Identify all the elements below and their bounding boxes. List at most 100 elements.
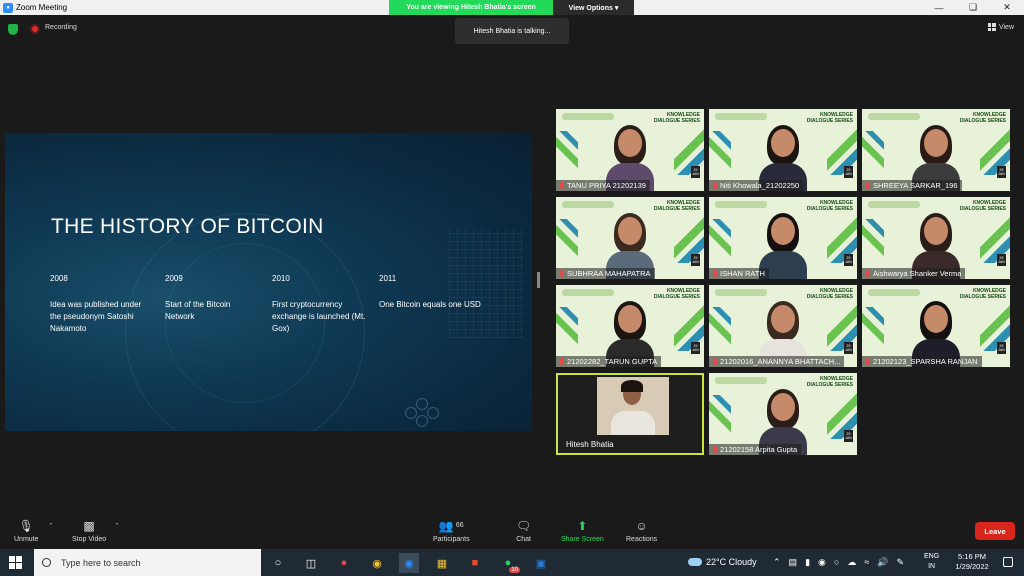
participant-tile[interactable]: KNOWLEDGE DIALOGUE SERIES 29 JAN 21202282_…: [556, 285, 704, 367]
participant-name-text: SHREEYA SARKAR_196: [873, 181, 958, 190]
participant-name: 21202282_TARUN GUPTA: [556, 356, 662, 367]
split-divider-handle[interactable]: [537, 272, 540, 288]
minimize-icon[interactable]: —: [922, 0, 956, 15]
date-badge: 29 JAN: [691, 254, 700, 266]
taskbar-clock[interactable]: 5:16 PM 1/29/2022: [948, 552, 996, 572]
participant-name-text: 21202016_ANANNYA BHATTACH...: [720, 357, 841, 366]
person-head: [924, 217, 948, 245]
participant-tile[interactable]: KNOWLEDGE DIALOGUE SERIES 29 JAN Niti Khow…: [709, 109, 857, 191]
notifications-icon[interactable]: [1003, 557, 1013, 567]
share-screen-button[interactable]: ⬆ Share Screen: [561, 518, 604, 544]
timeline-text: Start of the Bitcoin Network: [165, 300, 231, 321]
person-head: [771, 217, 795, 245]
view-options-button[interactable]: View Options ▾: [553, 0, 634, 15]
muted-mic-icon: [866, 182, 870, 189]
pen-icon[interactable]: ✎: [896, 557, 904, 568]
tray-expand-icon[interactable]: ⌃: [773, 557, 781, 568]
security-shield-icon[interactable]: [8, 24, 18, 35]
participant-tile[interactable]: KNOWLEDGE DIALOGUE SERIES 29 JAN 21202123_…: [862, 285, 1010, 367]
window-controls: — ❏ ✕: [922, 0, 1024, 15]
participant-video: [597, 377, 669, 435]
close-icon[interactable]: ✕: [990, 0, 1024, 15]
microphone-icon[interactable]: ○: [834, 557, 839, 568]
participant-tile[interactable]: KNOWLEDGE DIALOGUE SERIES 29 JAN SHREEYA S…: [862, 109, 1010, 191]
leave-button[interactable]: Leave: [975, 522, 1015, 540]
system-tray: ⌃ ▤ ▮ ◉ ○ ☁ ≈ 🔊 ✎: [773, 557, 904, 568]
participant-name-text: 21202282_TARUN GUPTA: [567, 357, 658, 366]
date-badge: 29 JAN: [997, 166, 1006, 178]
wifi-icon[interactable]: ≈: [864, 557, 869, 568]
brand-text: KNOWLEDGE DIALOGUE SERIES: [806, 376, 853, 388]
participant-name: SHREEYA SARKAR_196: [862, 180, 962, 191]
participant-tile[interactable]: KNOWLEDGE DIALOGUE SERIES 29 JAN SUBHRAA M…: [556, 197, 704, 279]
stop-video-button[interactable]: ▩ Stop Video: [72, 518, 106, 544]
windows-start-icon[interactable]: [9, 556, 22, 569]
word-icon[interactable]: ▣: [531, 553, 551, 573]
muted-mic-icon: 🎙: [18, 518, 34, 533]
volume-icon[interactable]: 🔊: [877, 557, 888, 568]
person-head: [771, 393, 795, 421]
timeline-year: 2009: [165, 274, 183, 283]
participant-tile[interactable]: KNOWLEDGE DIALOGUE SERIES 29 JAN Aishwarya…: [862, 197, 1010, 279]
cloud-icon: [688, 558, 702, 566]
chat-bubble-icon: 🗨: [516, 518, 532, 533]
task-view-icon[interactable]: ◫: [301, 553, 321, 573]
file-explorer-icon[interactable]: ▦: [432, 553, 452, 573]
person-head: [618, 217, 642, 245]
share-screen-icon: ⬆: [577, 518, 588, 533]
screen: ● Zoom Meeting You are viewing Hitesh Bh…: [0, 0, 1024, 576]
participants-count: 66: [455, 522, 464, 529]
date-badge: 29 JAN: [844, 430, 853, 442]
timeline-text: One Bitcoin equals one USD: [379, 300, 481, 309]
participant-name-text: Aishwarya Shanker Verma: [873, 269, 962, 278]
participant-name: 21202016_ANANNYA BHATTACH...: [709, 356, 845, 367]
cortana-icon[interactable]: ○: [268, 553, 288, 573]
brand-text: KNOWLEDGE DIALOGUE SERIES: [653, 200, 700, 212]
brand-text: KNOWLEDGE DIALOGUE SERIES: [959, 112, 1006, 124]
timeline-year: 2008: [50, 274, 68, 283]
university-logo: [715, 201, 767, 208]
chrome-icon[interactable]: ◉: [367, 553, 387, 573]
person-head: [924, 129, 948, 157]
participant-tile[interactable]: KNOWLEDGE DIALOGUE SERIES 29 JAN TANU PRIY…: [556, 109, 704, 191]
maximize-icon[interactable]: ❏: [956, 0, 990, 15]
office-icon[interactable]: ■: [465, 553, 485, 573]
shared-screen[interactable]: THE HISTORY OF BITCOIN 2008 Idea was pub…: [5, 133, 532, 431]
view-button[interactable]: View: [987, 23, 1014, 31]
university-logo: [562, 289, 614, 296]
zoom-taskbar-icon[interactable]: ◉: [399, 553, 419, 573]
taskbar-search-box[interactable]: Type here to search: [34, 549, 261, 576]
decorative-stripe: [556, 219, 578, 259]
video-options-caret-icon[interactable]: ⌃: [114, 522, 120, 530]
participant-tile[interactable]: KNOWLEDGE DIALOGUE SERIES 29 JAN 21202158 …: [709, 373, 857, 455]
unmute-button[interactable]: 🎙 Unmute: [14, 518, 39, 544]
person-hair: [621, 380, 643, 392]
timeline-year: 2010: [272, 274, 290, 283]
decorative-stripe: [556, 131, 578, 171]
muted-mic-icon: [866, 270, 870, 277]
audio-options-caret-icon[interactable]: ⌃: [48, 522, 54, 530]
participant-name-text: TANU PRIYA 21202139: [567, 181, 646, 190]
whatsapp-icon[interactable]: ● 10: [498, 553, 520, 573]
participant-tile[interactable]: KNOWLEDGE DIALOGUE SERIES 29 JAN 21202016_…: [709, 285, 857, 367]
weather-widget[interactable]: 22°C Cloudy: [688, 557, 757, 567]
onedrive-icon[interactable]: ☁: [847, 557, 856, 568]
network-icon[interactable]: ▤: [789, 557, 798, 568]
app-icon[interactable]: ●: [334, 553, 354, 573]
university-logo: [868, 201, 920, 208]
university-logo: [868, 289, 920, 296]
chat-button[interactable]: 🗨 Chat: [516, 518, 532, 544]
language-indicator[interactable]: ENG IN: [924, 552, 939, 572]
view-label: View: [998, 23, 1014, 31]
brand-text: KNOWLEDGE DIALOGUE SERIES: [959, 288, 1006, 300]
decorative-stripe: [862, 219, 884, 259]
battery-icon[interactable]: ▮: [805, 557, 810, 568]
participants-button[interactable]: 👥 66 Participants: [433, 518, 470, 544]
university-logo: [868, 113, 920, 120]
reactions-button[interactable]: ☺ Reactions: [626, 518, 657, 544]
participant-name: Niti Khowala_21202250: [709, 180, 804, 191]
participant-tile[interactable]: KNOWLEDGE DIALOGUE SERIES 29 JAN ISHAN RAT…: [709, 197, 857, 279]
participant-tile[interactable]: Hitesh Bhatia: [556, 373, 704, 455]
camera-icon[interactable]: ◉: [818, 557, 826, 568]
decorative-stripe: [709, 395, 731, 435]
